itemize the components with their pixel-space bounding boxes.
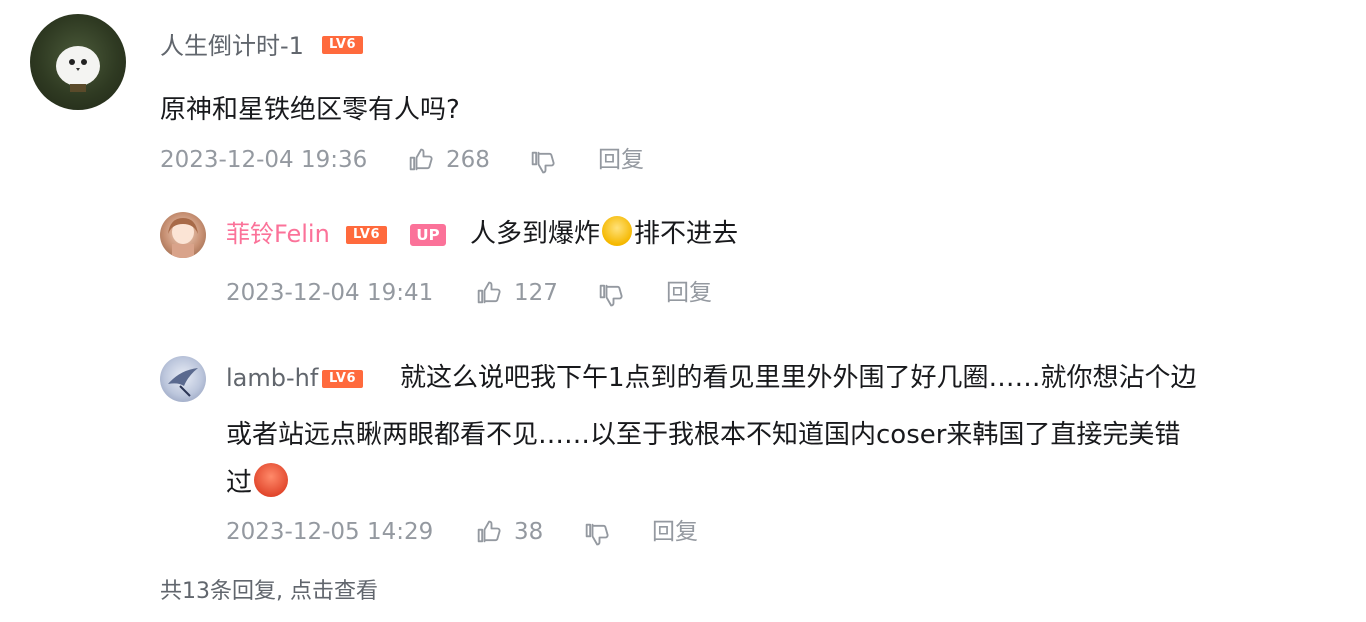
level-badge: LV6 [346, 226, 387, 244]
like-count: 38 [514, 519, 544, 545]
thumb-down-icon[interactable] [528, 148, 556, 176]
comment-timestamp: 2023-12-04 19:36 [160, 147, 368, 173]
thumb-up-icon[interactable] [406, 146, 434, 174]
reply-text-part: 排不进去 [634, 219, 739, 249]
up-badge: UP [410, 224, 446, 246]
laugh-cry-emoji [602, 216, 633, 246]
thumb-down-icon[interactable] [582, 520, 610, 548]
reply-button[interactable]: 回复 [652, 516, 698, 548]
level-badge: LV6 [322, 370, 363, 388]
level-badge: LV6 [322, 36, 363, 54]
user-avatar[interactable] [30, 14, 126, 110]
reply-text-part: 人多到爆炸 [470, 219, 601, 249]
view-more-replies-link[interactable]: 共13条回复, 点击查看 [160, 576, 378, 608]
thumb-up-icon[interactable] [474, 518, 502, 546]
thumb-down-icon[interactable] [596, 281, 624, 309]
reply-text-line: 就这么说吧我下午1点到的看见里里外外围了好几圈……就你想沾个边 [400, 363, 1197, 393]
reply-username[interactable]: 菲铃Felin [226, 218, 330, 250]
reply-button[interactable]: 回复 [598, 144, 644, 176]
comment-text: 原神和星铁绝区零有人吗? [160, 95, 460, 125]
reply-text: 人多到爆炸 排不进去 [470, 209, 738, 259]
bird-flying-avatar-image [168, 368, 198, 397]
thumb-up-icon[interactable] [474, 279, 502, 307]
reply-text-part: 过 [226, 468, 253, 498]
comment-username[interactable]: 人生倒计时-1 [160, 30, 304, 62]
reply-timestamp: 2023-12-05 14:29 [226, 519, 434, 545]
reply-username[interactable]: lamb-hf [226, 362, 318, 394]
reply-button[interactable]: 回复 [666, 277, 712, 309]
reply-timestamp: 2023-12-04 19:41 [226, 280, 434, 306]
reply-text-line: 过 [226, 458, 290, 508]
bird-avatar-image [56, 46, 100, 92]
reply-avatar[interactable] [160, 356, 206, 402]
anime-girl-avatar-image [168, 218, 198, 258]
reply-text-line: 或者站远点瞅两眼都看不见……以至于我根本不知道国内coser来韩国了直接完美错 [226, 420, 1181, 450]
reply-avatar[interactable] [160, 212, 206, 258]
like-count: 127 [514, 280, 558, 306]
like-count: 268 [446, 147, 490, 173]
crying-face-emoji [254, 463, 289, 497]
